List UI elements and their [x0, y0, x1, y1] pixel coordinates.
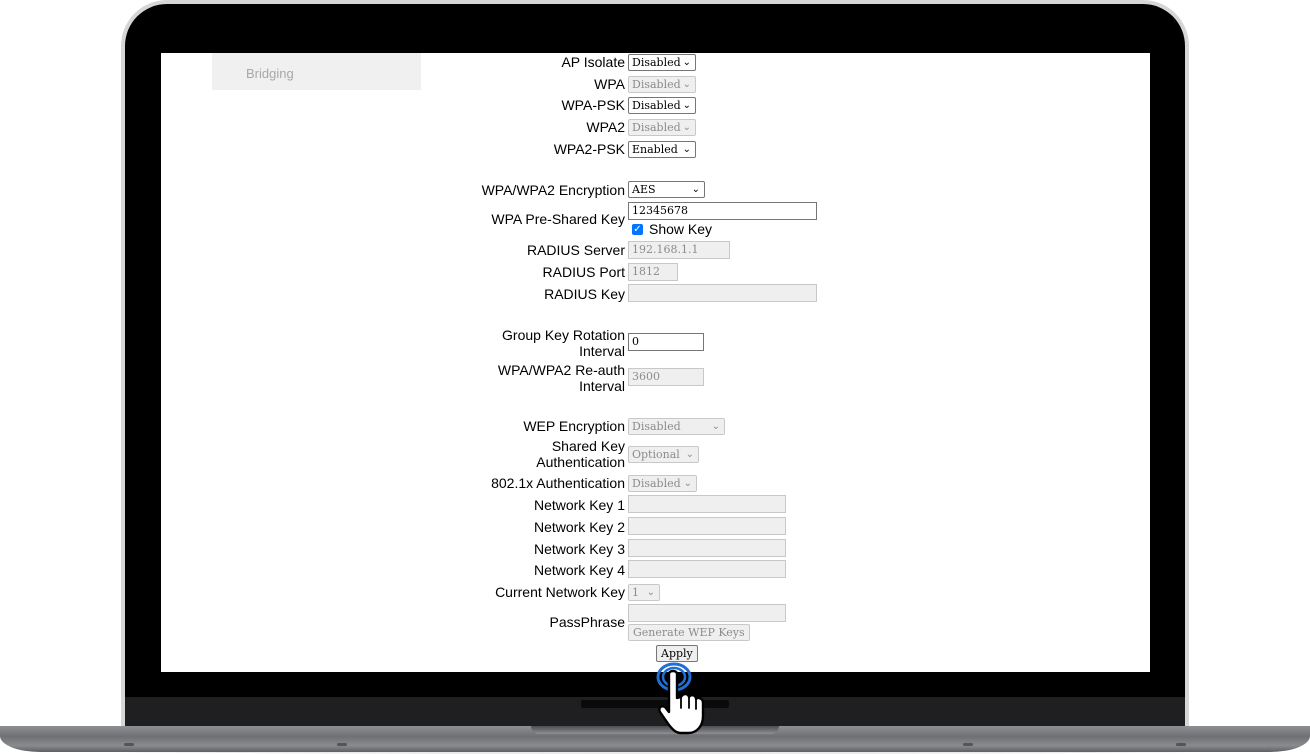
chevron-down-icon: ⌄ — [682, 144, 691, 155]
show-key-label: Show Key — [649, 221, 713, 237]
wep-encryption-label: WEP Encryption — [523, 418, 625, 434]
network-key-3-input[interactable] — [628, 539, 786, 557]
group-key-rotation-label-line2: Interval — [579, 343, 625, 359]
shared-key-auth-select[interactable]: Optional ⌄ — [628, 446, 699, 463]
wep-encryption-value: Disabled — [632, 420, 681, 433]
chevron-down-icon: ⌄ — [646, 587, 655, 598]
network-key-1-input[interactable] — [628, 495, 786, 513]
group-key-rotation-label-line1: Group Key Rotation — [502, 327, 625, 343]
dot1x-auth-value: Disabled — [632, 477, 681, 490]
psk-input[interactable]: 12345678 — [628, 202, 817, 220]
network-key-4-input[interactable] — [628, 560, 786, 578]
wpa-psk-select[interactable]: Disabled ⌄ — [628, 97, 696, 114]
reauth-interval-label-line2: Interval — [579, 378, 625, 394]
wpa-psk-label: WPA-PSK — [561, 97, 625, 113]
network-key-2-label: Network Key 2 — [533, 519, 625, 535]
wpa2-value: Disabled — [632, 121, 681, 134]
radius-key-input[interactable] — [628, 284, 817, 302]
chevron-down-icon: ⌄ — [682, 122, 691, 133]
chevron-down-icon: ⌄ — [682, 79, 691, 90]
current-network-key-select[interactable]: 1 ⌄ — [628, 584, 660, 601]
checkmark-icon: ✓ — [633, 224, 642, 235]
chevron-down-icon: ⌄ — [683, 478, 692, 489]
ap-isolate-label: AP Isolate — [561, 54, 625, 70]
reauth-interval-label-line1: WPA/WPA2 Re-auth — [497, 362, 625, 378]
radius-port-input[interactable]: 1812 — [628, 263, 678, 281]
current-network-key-label: Current Network Key — [495, 584, 625, 600]
wpa2-psk-label: WPA2-PSK — [553, 141, 625, 157]
router-settings-page: Bridging AP Isolate Disabled ⌄ WPA Disab… — [161, 53, 1150, 672]
encryption-value: AES — [632, 183, 656, 196]
chevron-down-icon: ⌄ — [682, 100, 691, 111]
show-key-checkbox[interactable]: ✓ — [632, 224, 643, 235]
wpa-select[interactable]: Disabled ⌄ — [628, 76, 696, 93]
wep-encryption-select[interactable]: Disabled ⌄ — [628, 418, 725, 435]
network-key-2-input[interactable] — [628, 517, 786, 535]
current-network-key-value: 1 — [632, 586, 639, 599]
shared-key-auth-label-line2: Authentication — [536, 454, 625, 470]
hand-pointer-icon — [656, 662, 705, 735]
shared-key-auth-label-line1: Shared Key — [551, 438, 625, 454]
wpa2-psk-select[interactable]: Enabled ⌄ — [628, 141, 696, 158]
laptop-foot — [1176, 743, 1186, 746]
wpa2-label: WPA2 — [586, 119, 625, 135]
laptop-foot — [124, 743, 134, 746]
chevron-down-icon: ⌄ — [711, 421, 720, 432]
dot1x-auth-label: 802.1x Authentication — [491, 475, 625, 491]
radius-server-label: RADIUS Server — [526, 242, 625, 258]
chevron-down-icon: ⌄ — [685, 449, 694, 460]
dot1x-auth-select[interactable]: Disabled ⌄ — [628, 475, 697, 492]
radius-key-label: RADIUS Key — [544, 286, 625, 302]
group-key-rotation-label: Group Key Rotation Interval — [502, 327, 625, 359]
laptop-foot — [963, 743, 973, 746]
network-key-3-label: Network Key 3 — [533, 541, 625, 557]
passphrase-label: PassPhrase — [549, 614, 625, 630]
reauth-interval-input[interactable]: 3600 — [628, 368, 704, 386]
group-key-rotation-input[interactable]: 0 — [628, 333, 704, 351]
ap-isolate-select[interactable]: Disabled ⌄ — [628, 54, 696, 71]
network-key-1-label: Network Key 1 — [533, 497, 625, 513]
passphrase-input[interactable] — [628, 604, 786, 622]
wpa-label: WPA — [594, 76, 625, 92]
wpa-psk-value: Disabled — [632, 99, 681, 112]
reauth-interval-label: WPA/WPA2 Re-auth Interval — [498, 362, 625, 394]
radius-server-input[interactable]: 192.168.1.1 — [628, 241, 730, 259]
radius-port-label: RADIUS Port — [542, 264, 625, 280]
encryption-select[interactable]: AES ⌄ — [628, 181, 705, 198]
wpa2-select[interactable]: Disabled ⌄ — [628, 119, 696, 136]
encryption-label: WPA/WPA2 Encryption — [481, 182, 625, 198]
network-key-4-label: Network Key 4 — [533, 562, 625, 578]
generate-wep-keys-button[interactable]: Generate WEP Keys — [628, 624, 750, 641]
laptop-foot — [337, 743, 347, 746]
wpa-value: Disabled — [632, 78, 681, 91]
chevron-down-icon: ⌄ — [691, 184, 700, 195]
psk-label: WPA Pre-Shared Key — [491, 211, 625, 227]
shared-key-auth-label: Shared Key Authentication — [536, 438, 625, 470]
wpa2-psk-value: Enabled — [632, 143, 678, 156]
shared-key-auth-value: Optional — [632, 448, 680, 461]
ap-isolate-value: Disabled — [632, 56, 681, 69]
chevron-down-icon: ⌄ — [682, 57, 691, 68]
